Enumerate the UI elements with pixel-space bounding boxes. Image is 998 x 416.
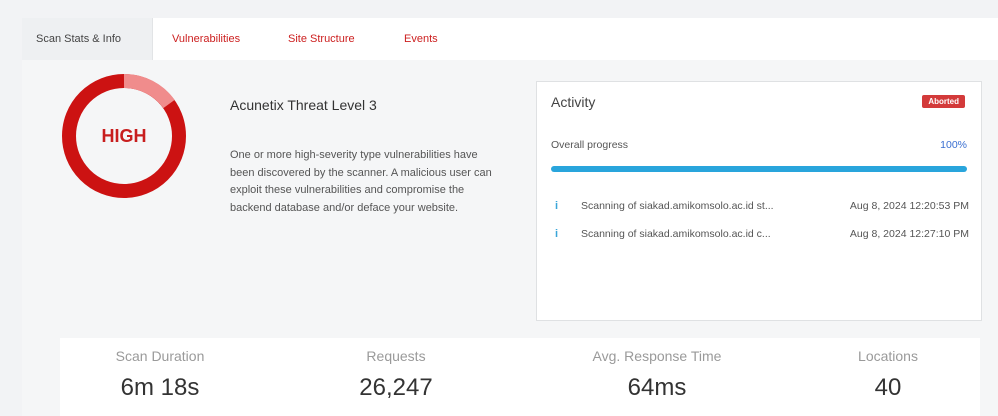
activity-event: i Scanning of siakad.amikomsolo.ac.id st… — [551, 200, 969, 214]
stat-value: 40 — [874, 374, 902, 401]
event-time: Aug 8, 2024 12:20:53 PM — [849, 200, 969, 212]
tab-site-structure[interactable]: Site Structure — [274, 18, 369, 60]
threat-level-description: One or more high-severity type vulnerabi… — [230, 149, 492, 214]
tab-vulnerabilities[interactable]: Vulnerabilities — [158, 18, 254, 60]
stat-value: 6m 18s — [120, 374, 200, 401]
threat-level-label: HIGH — [101, 126, 147, 146]
stat-value: 64ms — [627, 374, 687, 401]
progress-bar — [551, 166, 967, 172]
info-icon: i — [555, 200, 559, 212]
progress-label: Overall progress — [551, 139, 629, 151]
tab-scan-stats[interactable]: Scan Stats & Info — [22, 18, 153, 60]
progress-bar-fill — [551, 166, 967, 172]
stat-value: 26,247 — [359, 374, 433, 401]
tab-events[interactable]: Events — [390, 18, 452, 60]
threat-level-title: Acunetix Threat Level 3 — [230, 97, 377, 113]
stat-label: Scan Duration — [115, 348, 205, 364]
stat-requests: Requests 26,247 — [296, 338, 496, 402]
stat-avg-response-time: Avg. Response Time 64ms — [557, 338, 757, 402]
stat-scan-duration: Scan Duration 6m 18s — [60, 338, 260, 402]
activity-event: i Scanning of siakad.amikomsolo.ac.id c.… — [551, 228, 969, 242]
event-message: Scanning of siakad.amikomsolo.ac.id c... — [581, 228, 771, 240]
event-message: Scanning of siakad.amikomsolo.ac.id st..… — [581, 200, 774, 212]
activity-title: Activity — [551, 94, 596, 110]
progress-value: 100% — [940, 139, 967, 151]
stat-locations: Locations 40 — [788, 338, 988, 402]
status-badge: Aborted — [922, 95, 965, 108]
event-time: Aug 8, 2024 12:27:10 PM — [849, 228, 969, 240]
gauge-light-segment — [123, 73, 175, 109]
scan-stats-row: Scan Duration 6m 18s Requests 26,247 Avg… — [60, 338, 980, 416]
info-icon: i — [555, 228, 559, 240]
tab-bar: Scan Stats & Info Vulnerabilities Site S… — [22, 18, 998, 60]
stat-label: Requests — [366, 348, 426, 364]
activity-panel: Activity Aborted Overall progress 100% i… — [536, 81, 982, 321]
stat-label: Avg. Response Time — [592, 348, 722, 364]
stat-label: Locations — [858, 348, 918, 364]
